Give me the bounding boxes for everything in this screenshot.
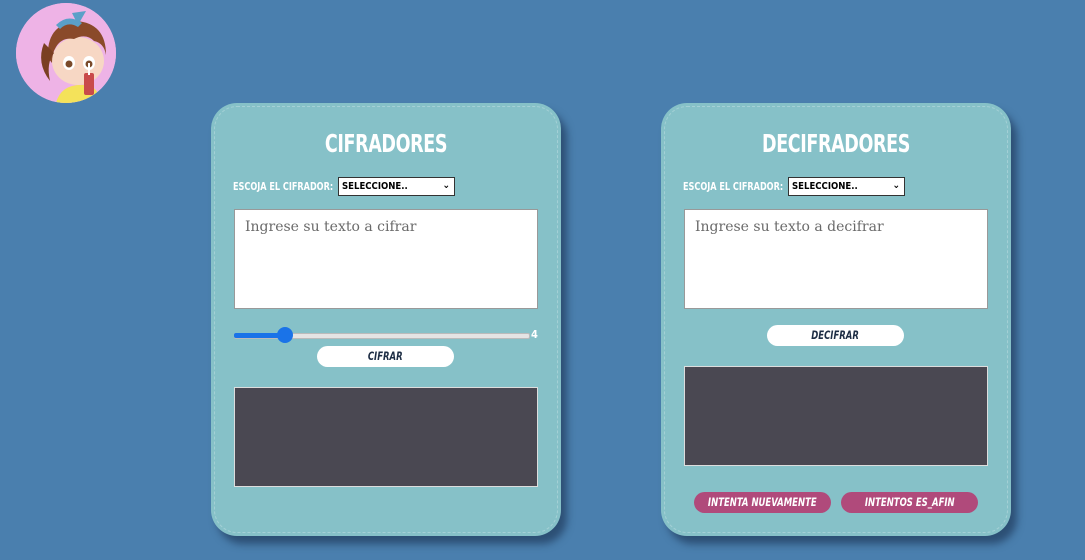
avatar-illustration	[16, 3, 116, 103]
retry-button[interactable]: INTENTA NUEVAMENTE	[694, 492, 831, 513]
retry-button-label: INTENTA NUEVAMENTE	[708, 495, 817, 509]
attempts-button-label: INTENTOS ES_AFIN	[864, 495, 955, 509]
decipher-input[interactable]: Ingrese su texto a decifrar	[684, 209, 988, 309]
slider-value: 4	[531, 328, 538, 341]
cipher-select-value: SELECCIONE..	[342, 181, 408, 192]
cipher-select-label: ESCOJA EL CIFRADOR:	[233, 180, 334, 193]
decipher-select[interactable]: SELECCIONE.. ⌄	[788, 177, 905, 196]
offset-slider[interactable]	[234, 327, 530, 343]
cipher-card: CIFRADORES ESCOJA EL CIFRADOR: SELECCION…	[211, 103, 561, 536]
decipher-button[interactable]: DECIFRAR	[767, 325, 904, 346]
cipher-input[interactable]: Ingrese su texto a cifrar	[234, 209, 538, 309]
cipher-select[interactable]: SELECCIONE.. ⌄	[338, 177, 455, 196]
decipher-title: DECIFRADORES	[762, 129, 910, 158]
avatar	[16, 3, 116, 103]
slider-thumb[interactable]	[277, 327, 293, 343]
decipher-select-value: SELECCIONE..	[792, 181, 858, 192]
chevron-down-icon: ⌄	[442, 180, 450, 191]
cipher-title: CIFRADORES	[324, 129, 448, 158]
decipher-select-label: ESCOJA EL CIFRADOR:	[683, 180, 784, 193]
decipher-button-label: DECIFRAR	[811, 328, 860, 342]
chevron-down-icon: ⌄	[892, 180, 900, 191]
attempts-button[interactable]: INTENTOS ES_AFIN	[841, 492, 978, 513]
cipher-output	[234, 387, 538, 487]
decipher-card: DECIFRADORES ESCOJA EL CIFRADOR: SELECCI…	[661, 103, 1011, 536]
decipher-output	[684, 366, 988, 466]
cipher-button-label: CIFRAR	[368, 349, 403, 363]
cipher-button[interactable]: CIFRAR	[317, 346, 454, 367]
